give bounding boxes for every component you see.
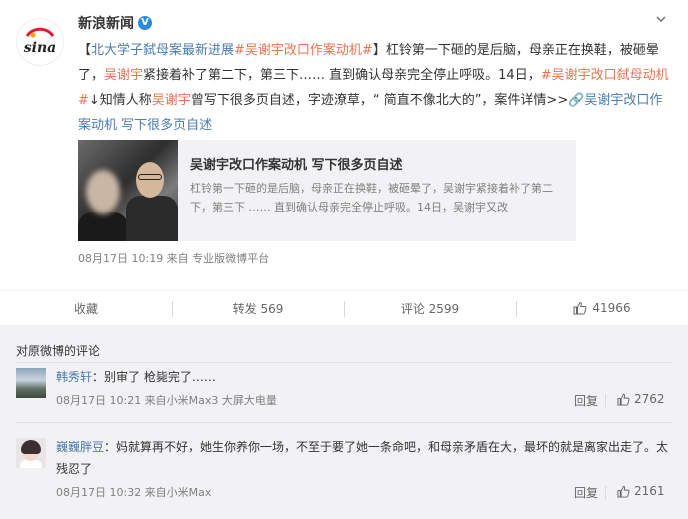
weibo-post: sina 新浪新闻 V 【北大学子弑母案最新进展#吴谢宇改口作案动机#】杠铃第一… [0, 0, 688, 290]
thumbs-up-icon [617, 393, 630, 406]
svg-text:sina: sina [24, 40, 56, 56]
divider [605, 486, 606, 500]
post-author[interactable]: 新浪新闻 V [78, 13, 152, 33]
sina-eye-logo-icon: sina [18, 20, 62, 64]
divider [16, 422, 672, 423]
reply-button[interactable]: 回复 [574, 392, 598, 409]
post-text: 【北大学子弑母案最新进展#吴谢宇改口作案动机#】杠铃第一下砸的是后脑，母亲正在换… [78, 43, 669, 133]
avatar[interactable] [16, 438, 46, 468]
hashtag-topic[interactable]: 北大学子弑母案最新进展 [91, 43, 234, 58]
action-bar: 收藏 转发 569 评论 2599 41966 [0, 290, 688, 326]
hashtag-link[interactable]: #吴谢宇改口作案动机# [234, 43, 373, 58]
comment-text: 韩秀轩：别审了 枪毙完了…… [56, 370, 216, 384]
comment-meta: 08月17日 10:32 来自小米Max [56, 486, 212, 499]
repost-button[interactable]: 转发 569 [172, 291, 344, 325]
like-button[interactable]: 41966 [516, 291, 688, 325]
author-name[interactable]: 新浪新闻 [78, 13, 134, 33]
divider [605, 394, 606, 408]
mention-name[interactable]: 吴谢宇 [104, 68, 143, 83]
article-thumbnail [78, 140, 178, 241]
comment-button[interactable]: 评论 2599 [344, 291, 516, 325]
verified-badge-icon: V [138, 16, 152, 30]
article-card[interactable]: 吴谢宇改口作案动机 写下很多页自述 杠铃第一下砸的是后脑，母亲正在换鞋，被砸晕了… [78, 140, 576, 241]
comment-user[interactable]: 韩秀轩 [56, 370, 92, 384]
thumbs-up-icon [617, 485, 630, 498]
thumbs-up-icon [573, 301, 587, 315]
avatar[interactable] [16, 368, 46, 398]
favorite-button[interactable]: 收藏 [0, 291, 172, 325]
comment-meta: 08月17日 10:21 来自小米Max3 大屏大电量 [56, 394, 277, 407]
card-description: 杠铃第一下砸的是后脑，母亲正在换鞋，被砸晕了，吴谢宇紧接着补了第二下，第三下 …… [190, 182, 553, 214]
comment-user[interactable]: 巍巍胖豆 [56, 440, 104, 454]
comment-text: 巍巍胖豆：妈就算再不好，她生你养你一场，不至于要了她一条命吧，和母亲矛盾在大，最… [56, 440, 669, 476]
reply-button[interactable]: 回复 [574, 484, 598, 501]
comment-like-button[interactable]: 2161 [617, 484, 665, 498]
card-title: 吴谢宇改口作案动机 写下很多页自述 [190, 158, 403, 173]
comments-title: 对原微博的评论 [16, 344, 101, 358]
divider [16, 362, 672, 363]
post-meta: 08月17日 10:19 来自 专业版微博平台 [78, 252, 270, 265]
sina-logo-avatar[interactable]: sina [16, 18, 64, 66]
mention-name[interactable]: 吴谢宇 [152, 93, 191, 108]
chevron-down-icon[interactable] [654, 12, 668, 26]
comments-section: 对原微博的评论 韩秀轩：别审了 枪毙完了…… 08月17日 10:21 来自小米… [0, 326, 688, 519]
comment-like-button[interactable]: 2762 [617, 392, 665, 406]
link-icon: 🔗 [568, 93, 585, 108]
